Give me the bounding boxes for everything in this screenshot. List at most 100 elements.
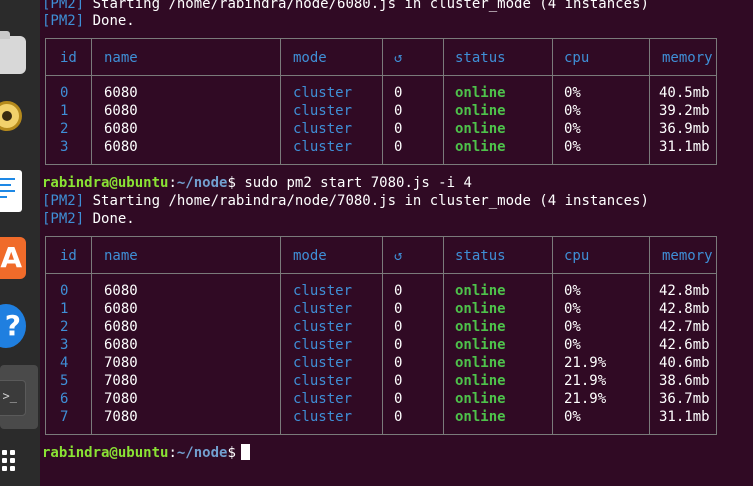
- col-header-status: status: [455, 50, 506, 66]
- table-cell-cpu: 0%: [564, 103, 581, 119]
- table-cell-name: 6080: [104, 139, 138, 155]
- table-cell-status: online: [455, 391, 506, 407]
- table-cell-mode: cluster: [293, 409, 353, 425]
- table-cell-restart: 0: [394, 373, 403, 389]
- table-cell-cpu: 21.9%: [564, 391, 607, 407]
- table-cell-mode: cluster: [293, 85, 353, 101]
- table-cell-status: online: [455, 319, 506, 335]
- table-cell-mode: cluster: [293, 283, 353, 299]
- table-cell-name: 6080: [104, 319, 138, 335]
- table-cell-memory: 31.1mb: [659, 409, 710, 425]
- table-cell-cpu: 0%: [564, 409, 581, 425]
- table-cell-cpu: 0%: [564, 139, 581, 155]
- text-cursor: [240, 444, 250, 460]
- table-cell-status: online: [455, 85, 506, 101]
- table-cell-cpu: 0%: [564, 283, 581, 299]
- col-header-cpu: cpu: [564, 248, 590, 264]
- table-cell-status: online: [455, 121, 506, 137]
- table-cell-name: 7080: [104, 409, 138, 425]
- col-header-name: name: [104, 248, 138, 264]
- table-cell-memory: 36.7mb: [659, 391, 710, 407]
- process-table: id name mode ↺ status cpu memory 0 6080 cl…: [45, 38, 717, 165]
- table-cell-id: 2: [60, 121, 69, 137]
- table-cell-memory: 39.2mb: [659, 103, 710, 119]
- table-cell-mode: cluster: [293, 391, 353, 407]
- table-cell-cpu: 0%: [564, 301, 581, 317]
- ubuntu-software-icon[interactable]: A: [0, 237, 26, 279]
- table-cell-name: 7080: [104, 391, 138, 407]
- command-prompt[interactable]: rabindra@ubuntu:~/node$: [42, 444, 250, 462]
- dock: A ? >_: [0, 0, 40, 486]
- table-cell-id: 3: [60, 337, 69, 353]
- table-cell-mode: cluster: [293, 103, 353, 119]
- command-line: rabindra@ubuntu:~/node$ sudo pm2 start 7…: [42, 175, 472, 191]
- table-cell-status: online: [455, 409, 506, 425]
- table-cell-status: online: [455, 355, 506, 371]
- table-cell-mode: cluster: [293, 373, 353, 389]
- table-cell-id: 2: [60, 319, 69, 335]
- col-header-restart: ↺: [394, 248, 403, 264]
- table-cell-id: 0: [60, 85, 69, 101]
- table-cell-restart: 0: [394, 337, 403, 353]
- table-cell-name: 6080: [104, 103, 138, 119]
- col-header-restart: ↺: [394, 50, 403, 66]
- table-cell-restart: 0: [394, 85, 403, 101]
- table-cell-name: 6080: [104, 301, 138, 317]
- table-cell-cpu: 21.9%: [564, 355, 607, 371]
- process-table: id name mode ↺ status cpu memory 0 6080 cl…: [45, 236, 717, 435]
- table-cell-status: online: [455, 337, 506, 353]
- col-header-cpu: cpu: [564, 50, 590, 66]
- libreoffice-writer-icon[interactable]: [0, 170, 22, 212]
- table-cell-restart: 0: [394, 319, 403, 335]
- pm2-log-line: [PM2] Done.: [42, 211, 135, 227]
- terminal-icon[interactable]: >_: [0, 380, 26, 416]
- table-cell-mode: cluster: [293, 121, 353, 137]
- help-icon[interactable]: ?: [0, 304, 26, 348]
- table-cell-mode: cluster: [293, 139, 353, 155]
- table-cell-id: 1: [60, 301, 69, 317]
- table-cell-restart: 0: [394, 391, 403, 407]
- table-cell-memory: 42.8mb: [659, 301, 710, 317]
- table-cell-status: online: [455, 139, 506, 155]
- table-cell-status: online: [455, 301, 506, 317]
- table-cell-memory: 42.8mb: [659, 283, 710, 299]
- table-cell-cpu: 21.9%: [564, 373, 607, 389]
- table-cell-memory: 38.6mb: [659, 373, 710, 389]
- table-cell-id: 4: [60, 355, 69, 371]
- table-cell-name: 7080: [104, 355, 138, 371]
- table-cell-cpu: 0%: [564, 85, 581, 101]
- table-cell-cpu: 0%: [564, 337, 581, 353]
- files-icon[interactable]: [0, 31, 26, 74]
- table-cell-id: 0: [60, 283, 69, 299]
- table-cell-memory: 31.1mb: [659, 139, 710, 155]
- table-cell-memory: 42.6mb: [659, 337, 710, 353]
- table-cell-restart: 0: [394, 121, 403, 137]
- table-cell-mode: cluster: [293, 355, 353, 371]
- pm2-log-line: [PM2] Done.: [42, 13, 135, 29]
- col-header-memory: memory: [662, 248, 713, 264]
- table-cell-name: 6080: [104, 337, 138, 353]
- table-cell-id: 1: [60, 103, 69, 119]
- table-cell-restart: 0: [394, 283, 403, 299]
- table-cell-mode: cluster: [293, 301, 353, 317]
- table-cell-restart: 0: [394, 409, 403, 425]
- table-cell-memory: 40.5mb: [659, 85, 710, 101]
- table-cell-status: online: [455, 103, 506, 119]
- table-cell-cpu: 0%: [564, 121, 581, 137]
- table-cell-restart: 0: [394, 103, 403, 119]
- table-cell-id: 3: [60, 139, 69, 155]
- col-header-id: id: [60, 248, 77, 264]
- table-cell-name: 7080: [104, 373, 138, 389]
- rhythmbox-icon[interactable]: [0, 101, 22, 131]
- pm2-log-line: [PM2] Starting /home/rabindra/node/7080.…: [42, 193, 649, 209]
- show-applications-icon[interactable]: [2, 450, 24, 486]
- table-cell-memory: 36.9mb: [659, 121, 710, 137]
- table-cell-id: 5: [60, 373, 69, 389]
- table-cell-restart: 0: [394, 355, 403, 371]
- terminal-output[interactable]: [PM2] Starting /home/rabindra/node/6080.…: [42, 0, 753, 486]
- col-header-status: status: [455, 248, 506, 264]
- table-cell-memory: 42.7mb: [659, 319, 710, 335]
- table-cell-mode: cluster: [293, 319, 353, 335]
- table-cell-restart: 0: [394, 139, 403, 155]
- table-cell-name: 6080: [104, 121, 138, 137]
